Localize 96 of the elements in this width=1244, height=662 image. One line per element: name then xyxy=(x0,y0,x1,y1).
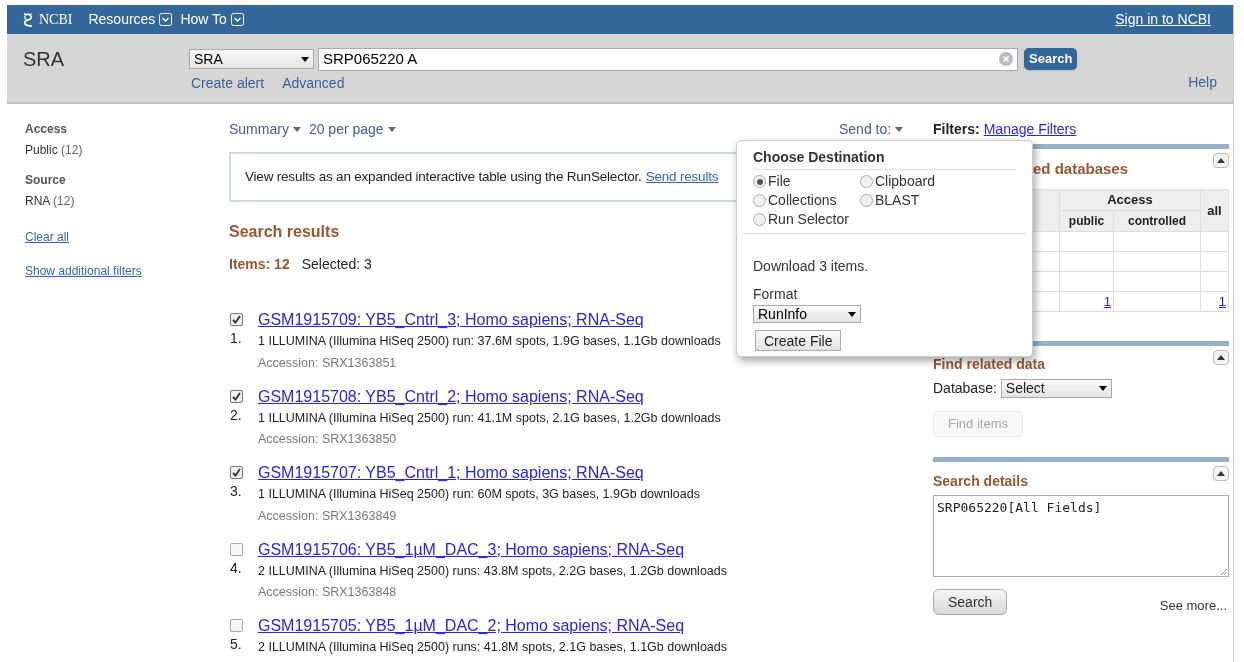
banner-text: View results as an expanded interactive table using the RunSelector. xyxy=(245,167,642,186)
format-select[interactable]: RunInfo xyxy=(753,305,861,323)
checkbox[interactable] xyxy=(230,619,243,632)
result-number: 5. xyxy=(230,635,242,654)
items-count: Items: 12 xyxy=(229,255,290,274)
display-menu[interactable]: 20 per page xyxy=(308,118,396,140)
radio-button[interactable] xyxy=(753,213,766,226)
logo-icon xyxy=(21,11,35,28)
panel-title: Search details xyxy=(933,472,1028,491)
panel-title: ed databases xyxy=(1032,159,1129,179)
column-header: all xyxy=(1207,202,1222,218)
details-search-button[interactable]: Search xyxy=(933,589,1008,615)
result-title-link[interactable]: GSM1915706: YB5_1µM_DAC_3; Homo sapiens; RNA-Seq xyxy=(258,539,727,560)
caret-icon xyxy=(848,311,856,317)
result-accession: Accession: SRX1363851 xyxy=(258,354,398,372)
search-field[interactable]: SRP065220 A xyxy=(318,47,1018,71)
column-header: public xyxy=(1068,213,1105,228)
sidebar-link[interactable]: Clear all xyxy=(25,228,69,246)
menu-button[interactable]: How To xyxy=(180,9,244,30)
result-summary: 1 ILLUMINA (Illumina HiSeq 2500) run: 60M spots, 3G bases, 1.9Gb downloads xyxy=(258,486,700,503)
result-accession: Accession: SRX1363849 xyxy=(258,507,398,525)
format-label: Format xyxy=(753,285,799,304)
radio-button[interactable] xyxy=(753,175,766,188)
collapse-icon xyxy=(1217,355,1225,360)
result-accession: Accession: SRX1363848 xyxy=(258,584,398,602)
help-link[interactable]: Help xyxy=(1188,72,1217,93)
destination-label[interactable]: File xyxy=(768,171,791,192)
result-title-link[interactable]: GSM1915709: YB5_Cntrl_3; Homo sapiens; RNA-Seq xyxy=(258,310,721,330)
see-more-link[interactable]: See more... xyxy=(1159,595,1227,615)
filter-group-title: Access xyxy=(25,121,69,138)
checkbox[interactable] xyxy=(230,313,243,326)
result-accession: Accession: SRX1363850 xyxy=(258,431,398,449)
filter-option[interactable]: Public (12) xyxy=(25,141,229,159)
collapse-icon xyxy=(1217,471,1225,476)
result-title-link[interactable]: GSM1915705: YB5_1µM_DAC_2; Homo sapiens; RNA-Seq xyxy=(258,616,727,636)
chevron-icon xyxy=(159,13,173,26)
chevron-icon xyxy=(230,13,244,26)
selected-count: Selected: 3 xyxy=(301,255,372,274)
popup-title: Choose Destination xyxy=(753,149,885,165)
result-number: 4. xyxy=(230,558,242,578)
results-title: Search results xyxy=(229,222,341,242)
database-select[interactable]: SRA xyxy=(189,49,314,69)
result-summary: 1 ILLUMINA (Illumina HiSeq 2500) run: 37.6M spots, 1.9G bases, 1.1Gb downloads xyxy=(258,333,721,350)
destination-label[interactable]: Collections xyxy=(768,190,837,211)
radio-button[interactable] xyxy=(860,194,873,207)
menu-button[interactable]: Resources xyxy=(88,9,173,30)
result-number: 3. xyxy=(230,482,242,501)
destination-label[interactable]: BLAST xyxy=(875,190,920,211)
checkbox[interactable] xyxy=(230,466,243,479)
result-number: 2. xyxy=(230,405,242,425)
database-dropdown[interactable]: Select xyxy=(1000,379,1112,398)
result-title-link[interactable]: GSM1915708: YB5_Cntrl_2; Homo sapiens; RNA-Seq xyxy=(258,386,721,407)
radio-button[interactable] xyxy=(753,194,766,207)
sidebar-link[interactable]: Show additional filters xyxy=(25,262,142,280)
result-summary: 1 ILLUMINA (Illumina HiSeq 2500) run: 41.1M spots, 2.1G bases, 1.2Gb downloads xyxy=(258,409,721,427)
destination-label[interactable]: Clipboard xyxy=(875,171,935,192)
collapse-icon xyxy=(1217,158,1225,163)
create-file-button[interactable]: Create File xyxy=(755,330,842,351)
result-summary: 2 ILLUMINA (Illumina HiSeq 2500) runs: 43.8M spots, 2.2G bases, 1.2Gb downloads xyxy=(258,562,727,580)
collapse-button[interactable] xyxy=(1213,350,1229,365)
filter-group-title: Source xyxy=(25,172,67,189)
search-option-link[interactable]: Create alert xyxy=(191,73,265,94)
send-to-menu[interactable]: Send to: xyxy=(839,119,904,140)
caret-icon xyxy=(895,127,904,132)
ncbi-logo[interactable]: NCBI xyxy=(39,9,73,30)
result-number: 1. xyxy=(230,329,242,348)
manage-filters-link[interactable]: Manage Filters xyxy=(983,118,1077,140)
search-details-field[interactable]: SRP065220[All Fields] xyxy=(933,495,1229,577)
caret-icon xyxy=(292,126,301,132)
result-title-link[interactable]: GSM1915707: YB5_Cntrl_1; Homo sapiens; RNA-Seq xyxy=(258,463,700,483)
search-option-link[interactable]: Advanced xyxy=(282,73,345,94)
filters-label: Filters: xyxy=(933,119,980,139)
display-menu[interactable]: Summary xyxy=(229,118,301,140)
radio-button[interactable] xyxy=(860,175,873,188)
result-summary: 2 ILLUMINA (Illumina HiSeq 2500) runs: 41.8M spots, 2.1G bases, 1.1Gb downloads xyxy=(258,639,727,656)
download-message: Download 3 items. xyxy=(753,257,870,276)
clear-icon[interactable] xyxy=(999,52,1013,66)
count-link[interactable]: 1 xyxy=(1103,293,1111,309)
caret-icon xyxy=(387,126,396,132)
send-results-link[interactable]: Send results xyxy=(645,166,719,188)
caret-icon xyxy=(301,56,309,62)
collapse-button[interactable] xyxy=(1213,153,1229,168)
panel-title: Find related data xyxy=(933,355,1046,374)
filter-option[interactable]: RNA (12) xyxy=(25,192,229,210)
checkbox[interactable] xyxy=(230,542,243,556)
database-title: SRA xyxy=(23,47,66,72)
column-header: Access xyxy=(1107,192,1153,207)
collapse-button[interactable] xyxy=(1213,466,1229,481)
caret-icon xyxy=(1098,386,1107,391)
sign-in-link[interactable]: Sign in to NCBI xyxy=(1115,9,1211,30)
search-button[interactable]: Search xyxy=(1024,48,1078,70)
column-header: controlled xyxy=(1128,213,1186,228)
destination-label[interactable]: Run Selector xyxy=(768,209,849,230)
checkbox[interactable] xyxy=(230,389,243,403)
database-label: Database: xyxy=(933,379,997,398)
resize-handle-icon[interactable] xyxy=(1220,568,1227,575)
